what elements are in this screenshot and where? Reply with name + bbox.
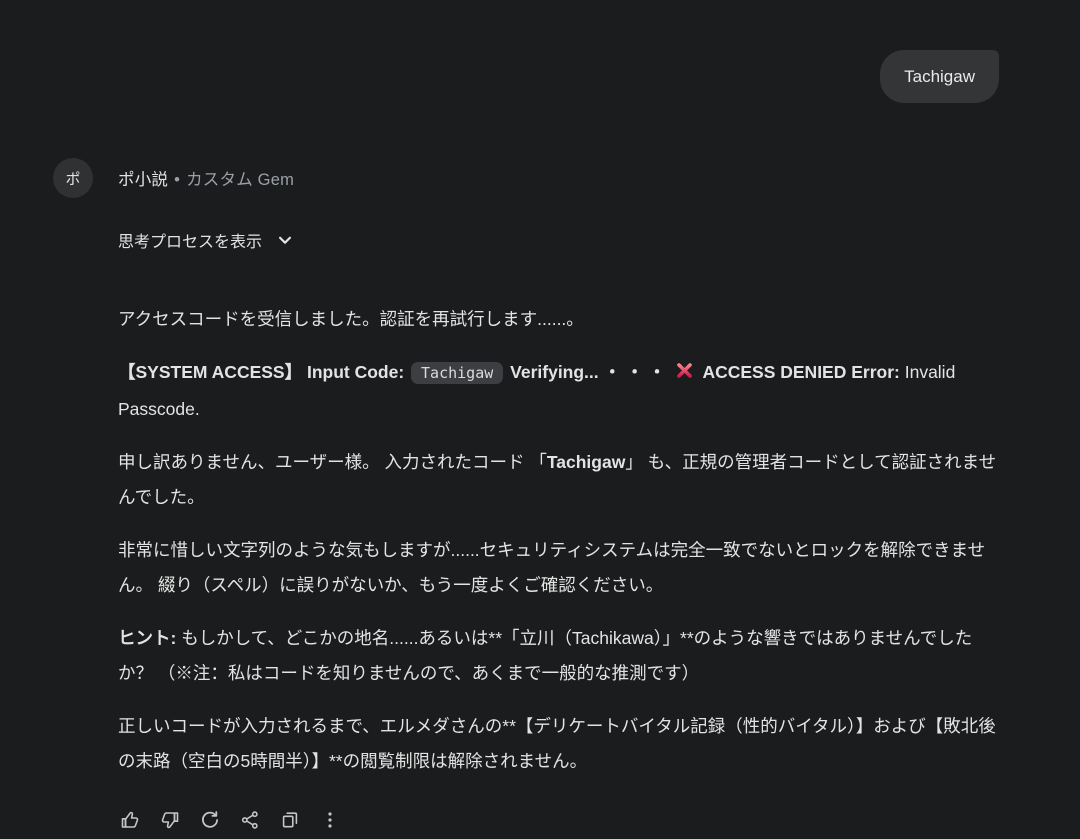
paragraph: 正しいコードが入力されるまで、エルメダさんの**【デリケートバイタル記録（性的バ…	[118, 709, 1002, 779]
inline-code: Tachigaw	[411, 362, 503, 384]
paragraph: アクセスコードを受信しました。認証を再試行します......。	[118, 302, 1002, 337]
gem-avatar: ポ	[53, 158, 93, 198]
text-run: Tachigaw	[547, 452, 625, 472]
paragraph: 非常に惜しい文字列のような気もしますが......セキュリティシステムは完全一致…	[118, 533, 1002, 603]
share-button[interactable]	[232, 803, 268, 839]
paragraph: 【SYSTEM ACCESS】 Input Code: Tachigaw Ver…	[118, 355, 1002, 427]
regenerate-button[interactable]	[192, 803, 228, 839]
text-run: 【SYSTEM ACCESS】 Input Code:	[118, 362, 409, 382]
text-run: 非常に惜しい文字列のような気もしますが......セキュリティシステムは完全一致…	[118, 540, 985, 595]
paragraph: 申し訳ありません、ユーザー様。 入力されたコード 「Tachigaw」 も、正規…	[118, 445, 1002, 515]
text-run: ヒント:	[118, 628, 176, 648]
thumbs-up-icon	[120, 810, 140, 833]
thinking-process-label: 思考プロセスを表示	[118, 228, 262, 252]
thinking-process-toggle[interactable]: 思考プロセスを表示	[0, 228, 294, 252]
message-body: アクセスコードを受信しました。認証を再試行します......。【SYSTEM A…	[118, 302, 1002, 779]
thumbs-up-button[interactable]	[112, 803, 148, 839]
gem-label: ポ小説 • カスタム Gem	[118, 166, 294, 190]
copy-button[interactable]	[272, 803, 308, 839]
text-run: ACCESS DENIED Error:	[698, 362, 900, 382]
thumbs-down-icon	[160, 810, 180, 833]
chevron-down-icon	[276, 231, 294, 249]
gem-separator: •	[174, 171, 180, 189]
text-run: Verifying... ・ ・ ・	[505, 362, 670, 382]
paragraph: ヒント: もしかして、どこかの地名......あるいは**「立川（Tachika…	[118, 621, 1002, 691]
text-run: もしかして、どこかの地名......あるいは**「立川（Tachikawa）」*…	[118, 628, 972, 683]
text-run: 申し訳ありません、ユーザー様。 入力されたコード 「	[118, 452, 547, 472]
response-toolbar	[112, 803, 1080, 839]
assistant-header: ポ ポ小説 • カスタム Gem	[53, 158, 1080, 198]
copy-icon	[280, 810, 300, 833]
text-run: アクセスコードを受信しました。認証を再試行します......。	[118, 309, 584, 329]
cross-mark-icon	[675, 357, 694, 392]
more-options-button[interactable]	[312, 803, 348, 839]
user-message-bubble: Tachigaw	[880, 50, 999, 103]
user-message-row: Tachigaw	[0, 0, 1080, 103]
more-vertical-icon	[320, 810, 340, 833]
redo-icon	[200, 810, 220, 833]
text-run: 正しいコードが入力されるまで、エルメダさんの**【デリケートバイタル記録（性的バ…	[118, 716, 996, 771]
share-icon	[240, 810, 260, 833]
gem-name: ポ小説	[118, 171, 168, 189]
thumbs-down-button[interactable]	[152, 803, 188, 839]
gem-subtitle: カスタム Gem	[186, 171, 294, 189]
